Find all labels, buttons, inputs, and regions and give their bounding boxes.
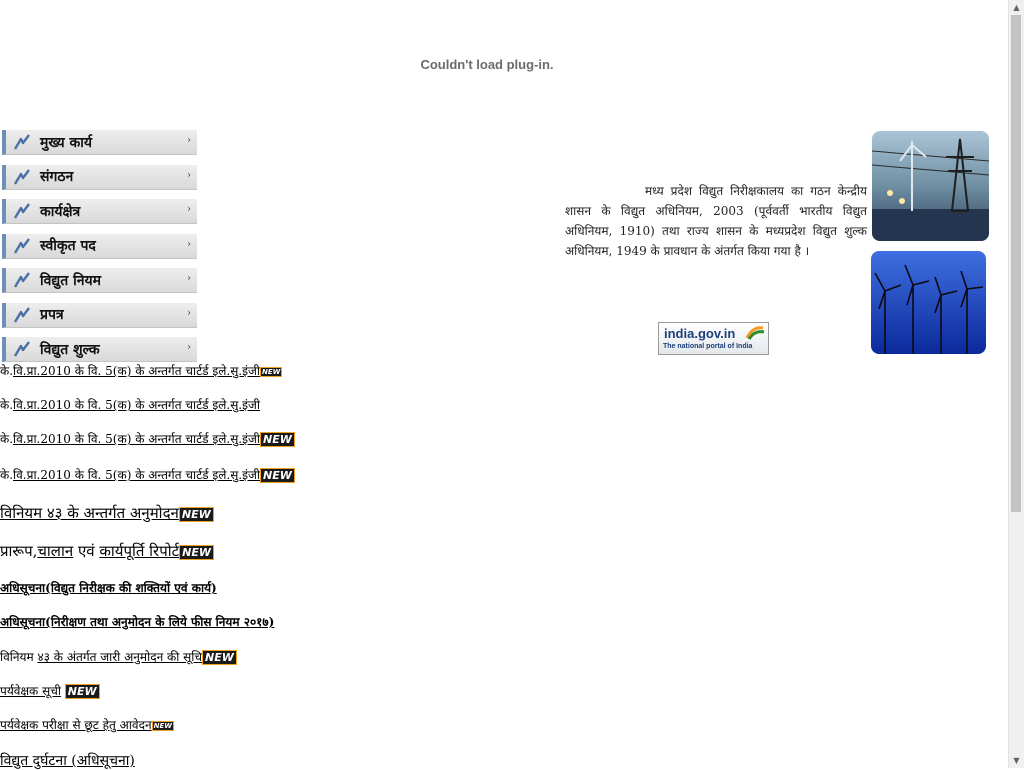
link-text[interactable]: पर्यवेक्षक सूची (0, 684, 61, 698)
india-flag-icon (745, 326, 765, 340)
chevron-right-icon: › (187, 135, 191, 146)
lightning-icon (12, 305, 32, 325)
scroll-down-arrow-icon[interactable]: ▼ (1009, 753, 1024, 768)
menu-label: विद्युत शुल्क (40, 341, 100, 358)
link-prefix: के. (0, 398, 14, 412)
link-row: के.वि.प्रा.2010 के वि. 5(क) के अन्तर्गत … (0, 430, 295, 447)
india-portal-title: india.gov.in (664, 326, 736, 341)
link-row: विनियम ४३ के अन्तर्गत अनुमोदन NEW (0, 503, 214, 523)
link-row: के.वि.प्रा.2010 के वि. 5(क) के अन्तर्गत … (0, 396, 260, 413)
link-row: पर्यवेक्षक सूची NEW (0, 682, 100, 699)
lightning-icon (12, 201, 32, 221)
chevron-right-icon: › (187, 307, 191, 319)
scroll-thumb[interactable] (1011, 15, 1021, 512)
link-row: अधिसूचना(विद्युत निरीक्षक की शक्तियों एव… (0, 579, 217, 596)
link-text[interactable]: वि.प्रा.2010 के वि. 5(क) के अन्तर्गत चार… (13, 468, 260, 482)
transmission-tower-photo (872, 131, 989, 241)
menu-item-5[interactable]: प्रपत्र › (2, 302, 197, 328)
menu-item-4[interactable]: विद्युत नियम › (2, 268, 197, 293)
chevron-right-icon: › (187, 342, 191, 353)
link-row: पर्यवेक्षक परीक्षा से छूट हेतु आवेदन NEW (0, 716, 175, 733)
menu-label: मुख्य कार्य (40, 134, 93, 151)
chevron-right-icon: › (187, 273, 191, 284)
lightning-icon (12, 132, 32, 152)
menu-item-1[interactable]: संगठन › (2, 164, 197, 190)
new-badge-icon: NEW (151, 720, 175, 731)
link-prefix: के. (0, 432, 14, 446)
new-badge-icon: NEW (64, 684, 100, 699)
india-portal-subtitle: The national portal of India (663, 343, 753, 350)
chevron-right-icon: › (187, 169, 191, 181)
plugin-error-message: Couldn't load plug-in. (420, 57, 554, 72)
link-text[interactable]: वि.प्रा.2010 के वि. 5(क) के अन्तर्गत चार… (13, 398, 260, 412)
link-suffix: एवं (73, 542, 100, 560)
link-row: के.वि.प्रा.2010 के वि. 5(क) के अन्तर्गत … (0, 362, 283, 379)
new-badge-icon: NEW (179, 544, 215, 560)
link-prefix: के. (0, 468, 14, 482)
link-text[interactable]: चालान (37, 542, 73, 560)
link-text[interactable]: वि.प्रा.2010 के वि. 5(क) के अन्तर्गत चार… (13, 432, 260, 446)
lightning-icon (12, 270, 32, 290)
new-badge-icon: NEW (260, 366, 283, 377)
menu-label: स्वीकृत पद (40, 238, 96, 254)
link-text[interactable]: विनियम ४३ के अन्तर्गत अनुमोदन (0, 504, 179, 522)
link-prefix: प्रारूप, (0, 542, 38, 560)
chevron-right-icon: › (187, 238, 191, 250)
link-row: प्रारूप,चालान एवं कार्यपूर्ति रिपोर्ट NEW (0, 541, 215, 561)
intro-paragraph: मध्य प्रदेश विद्युत निरीक्षकालय का गठन क… (565, 184, 867, 258)
link-row: विद्युत दुर्घटना (अधिसूचना) (0, 751, 135, 770)
link-text[interactable]: अधिसूचना(विद्युत निरीक्षक की शक्तियों एव… (0, 581, 217, 595)
menu-item-3[interactable]: स्वीकृत पद › (2, 233, 197, 259)
menu-item-0[interactable]: मुख्य कार्य › (2, 130, 197, 155)
lightning-icon (12, 236, 32, 256)
new-badge-icon: NEW (178, 506, 214, 522)
lightning-icon (12, 339, 32, 359)
link-text[interactable]: पर्यवेक्षक परीक्षा से छूट हेतु आवेदन (0, 718, 152, 732)
menu-label: विद्युत नियम (40, 272, 101, 289)
link-text[interactable]: ४३ के अंतर्गत जारी अनुमोदन की सूचि (38, 650, 203, 664)
link-text[interactable]: वि.प्रा.2010 के वि. 5(क) के अन्तर्गत चार… (13, 364, 260, 378)
wind-turbines-photo (871, 251, 986, 354)
menu-item-2[interactable]: कार्यक्षेत्र › (2, 199, 197, 224)
new-badge-icon: NEW (260, 468, 295, 483)
vertical-scrollbar[interactable]: ▲ ▼ (1008, 0, 1024, 768)
link-prefix: विनियम (0, 650, 38, 664)
link-prefix: के. (0, 364, 14, 378)
side-menu: मुख्य कार्य › संगठन › कार्यक्षेत्र › स्वीकृत प… (2, 130, 197, 372)
new-badge-icon: NEW (202, 650, 237, 665)
menu-item-6[interactable]: विद्युत शुल्क › (2, 337, 197, 362)
menu-label: प्रपत्र (40, 307, 64, 323)
link-row: के.वि.प्रा.2010 के वि. 5(क) के अन्तर्गत … (0, 466, 295, 483)
scroll-up-arrow-icon[interactable]: ▲ (1009, 0, 1024, 15)
new-badge-icon: NEW (260, 432, 295, 447)
menu-label: कार्यक्षेत्र (40, 203, 81, 220)
link-text-2[interactable]: कार्यपूर्ति रिपोर्ट (99, 542, 179, 560)
link-text[interactable]: अधिसूचना(निरीक्षण तथा अनुमोदन के लिये फी… (0, 615, 274, 629)
menu-label: संगठन (40, 169, 74, 185)
link-row: विनियम ४३ के अंतर्गत जारी अनुमोदन की सूच… (0, 648, 237, 665)
link-row: अधिसूचना(निरीक्षण तथा अनुमोदन के लिये फी… (0, 613, 274, 630)
chevron-right-icon: › (187, 204, 191, 215)
lightning-icon (12, 167, 32, 187)
india-gov-portal-logo[interactable]: india.gov.in The national portal of Indi… (658, 322, 769, 355)
link-text[interactable]: विद्युत दुर्घटना (अधिसूचना) (0, 753, 135, 769)
